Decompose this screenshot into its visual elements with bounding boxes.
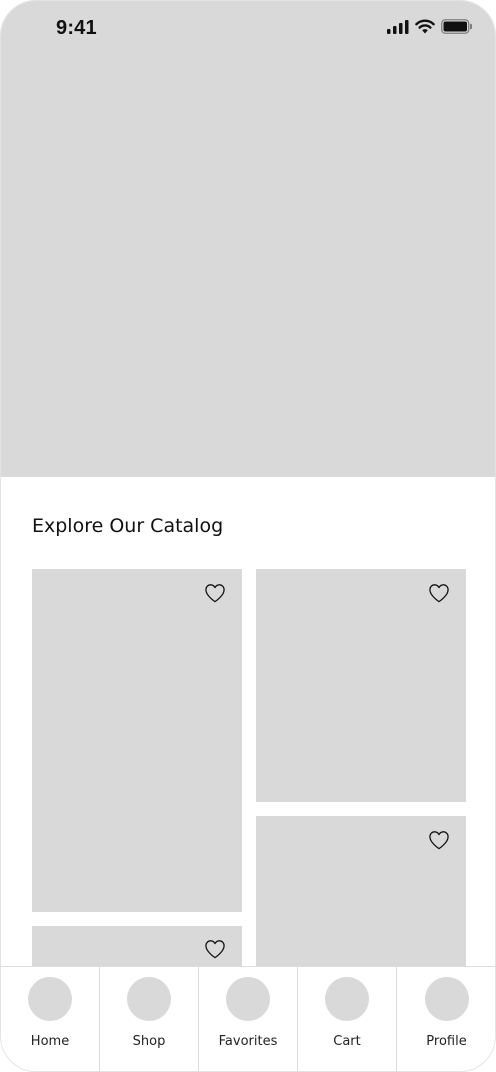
heart-icon[interactable]	[428, 830, 450, 850]
heart-icon[interactable]	[204, 583, 226, 603]
home-icon[interactable]	[28, 977, 72, 1021]
tab-cart-label: Cart	[333, 1034, 361, 1049]
catalog-card-1[interactable]	[32, 569, 242, 912]
cellular-signal-icon	[387, 19, 409, 34]
phone-screen: 9:41 Explore Our Catalog Home Shop Favor…	[0, 0, 496, 1072]
catalog-card-4[interactable]	[32, 926, 242, 966]
wifi-icon	[415, 19, 435, 34]
tab-cart[interactable]: Cart	[298, 967, 397, 1071]
tab-home-label: Home	[30, 1034, 70, 1049]
tab-home[interactable]: Home	[1, 967, 100, 1071]
tab-shop[interactable]: Shop	[100, 967, 199, 1071]
tab-profile-label: Profile	[426, 1034, 467, 1049]
tab-favorites[interactable]: Favorites	[199, 967, 298, 1071]
shop-icon[interactable]	[127, 977, 171, 1021]
heart-icon[interactable]	[204, 939, 226, 959]
cart-icon[interactable]	[325, 977, 369, 1021]
profile-icon[interactable]	[424, 977, 469, 1021]
tab-shop-label: Shop	[132, 1034, 166, 1049]
section-title: Explore Our Catalog	[32, 515, 224, 537]
status-icons	[387, 19, 473, 34]
status-time: 9:41	[56, 17, 97, 39]
heart-icon[interactable]	[428, 583, 450, 603]
favorites-icon[interactable]	[226, 977, 270, 1021]
tab-favorites-label: Favorites	[218, 1034, 278, 1049]
hero-banner[interactable]	[1, 1, 495, 477]
status-bar: 9:41	[1, 1, 495, 57]
catalog-card-3[interactable]	[256, 816, 466, 966]
battery-icon	[441, 19, 472, 34]
bottom-tab-bar: Home Shop Favorites Cart Profile	[1, 966, 495, 1071]
catalog-card-2[interactable]	[256, 569, 466, 802]
tab-profile[interactable]: Profile	[397, 967, 495, 1071]
